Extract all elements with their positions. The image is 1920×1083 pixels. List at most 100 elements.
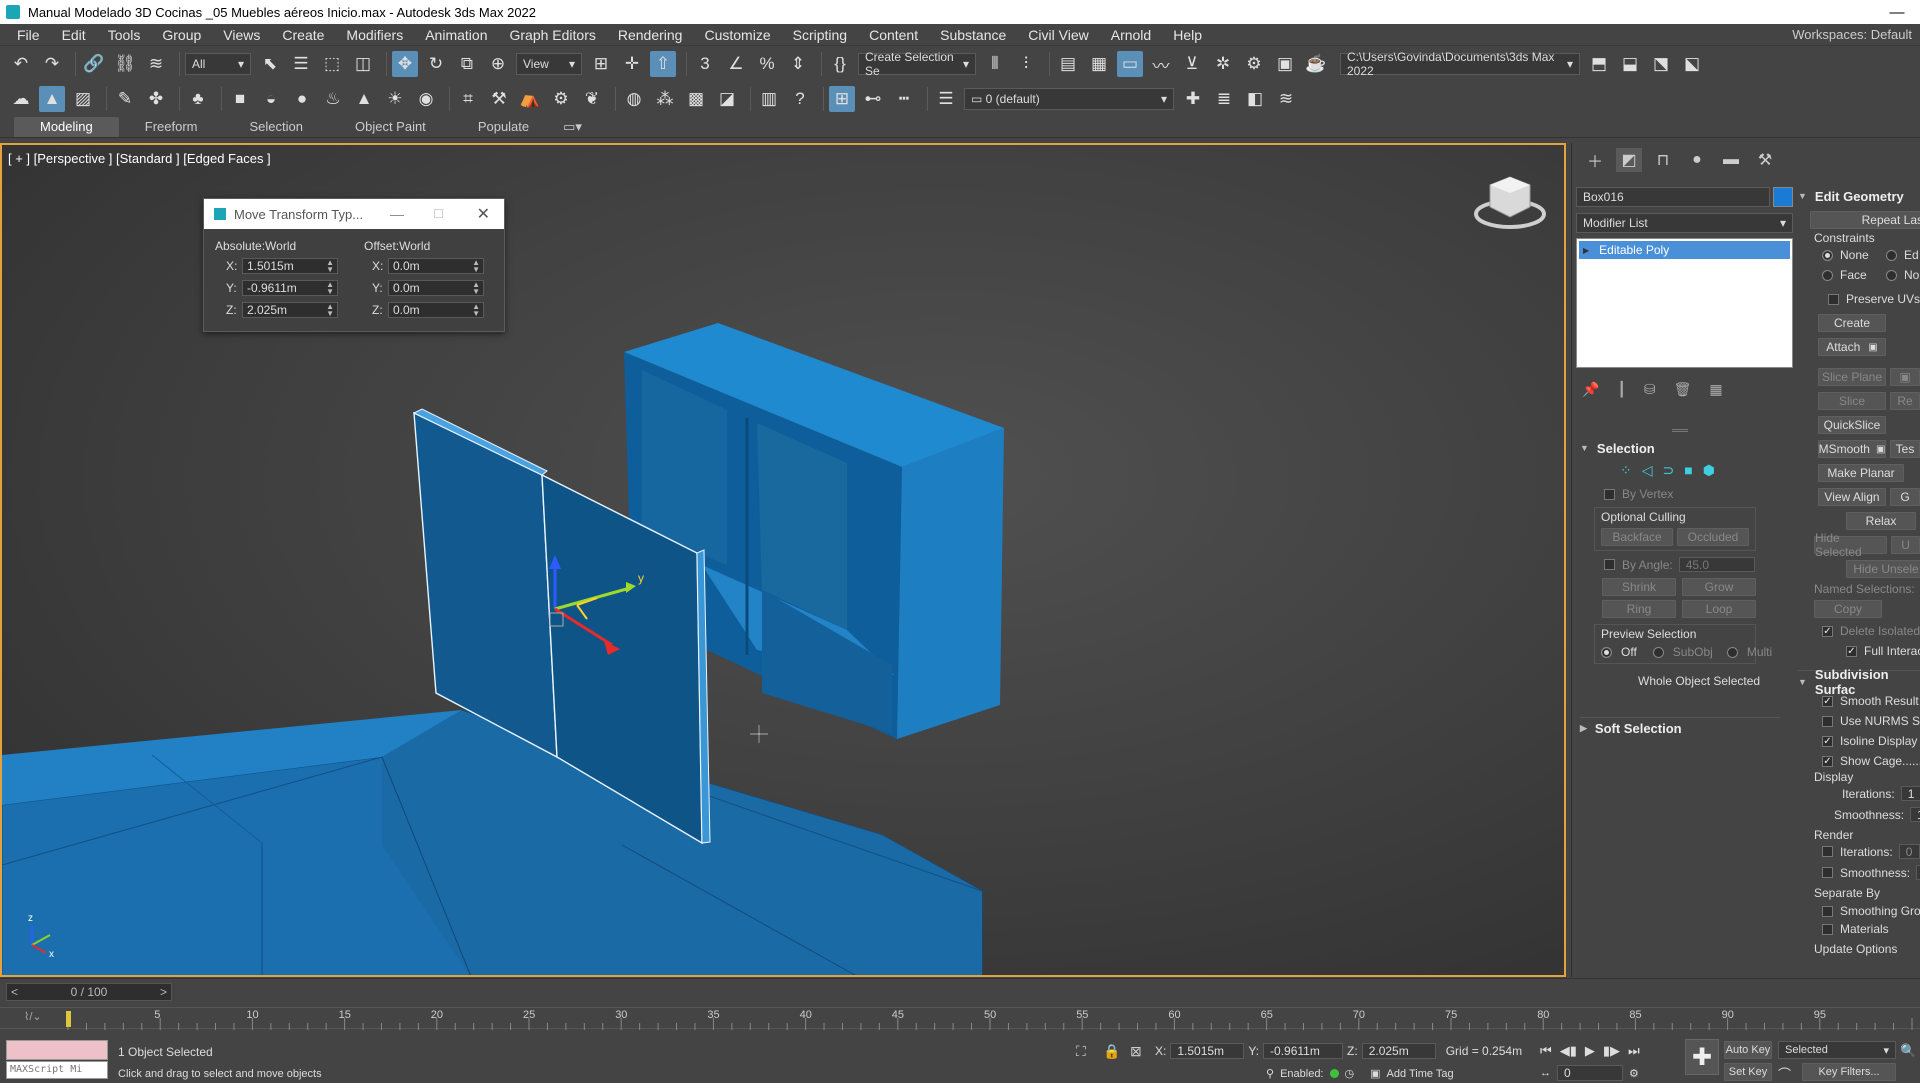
selection-lock-icon[interactable]: 🔒 bbox=[1103, 1043, 1120, 1060]
abs-x-spinner[interactable]: 1.5015m ▲ ▼ bbox=[242, 258, 338, 274]
key-filters-button[interactable]: Key Filters... bbox=[1802, 1063, 1896, 1081]
light-icon[interactable]: ◉ bbox=[413, 86, 439, 112]
edge-mode-icon[interactable]: ◁ bbox=[1642, 462, 1653, 479]
ribbon-options-icon[interactable]: ▭▾ bbox=[555, 117, 590, 137]
modifier-list-dropdown[interactable]: Modifier List ▾ bbox=[1576, 213, 1793, 233]
by-vertex-checkbox[interactable] bbox=[1604, 488, 1615, 500]
grow-button[interactable]: Grow bbox=[1682, 578, 1756, 596]
play-icon[interactable]: ▶ bbox=[1585, 1043, 1595, 1059]
smoothing-groups-checkbox[interactable] bbox=[1822, 905, 1833, 917]
render-smoothness-checkbox[interactable] bbox=[1822, 867, 1833, 878]
show-cage-checkbox[interactable]: ✓ bbox=[1822, 755, 1833, 767]
track-bar[interactable]: 5 10 15 20 25 30 35 40 45 50 55 60 65 70 75 80 85 90 95 ⌇/… bbox=[0, 1007, 1920, 1030]
menu-tools[interactable]: Tools bbox=[97, 27, 152, 43]
menu-file[interactable]: File bbox=[6, 27, 51, 43]
smooth-result-checkbox[interactable]: ✓ bbox=[1822, 695, 1833, 707]
dome-icon[interactable]: ◒ bbox=[258, 86, 284, 112]
display-tab-icon[interactable]: ▬ bbox=[1718, 148, 1744, 172]
project-folder-icon[interactable]: ⬒ bbox=[1586, 51, 1612, 77]
manipulate-icon[interactable]: ✛ bbox=[619, 51, 645, 77]
redo-icon[interactable]: ↷ bbox=[39, 51, 65, 77]
workspaces-selector[interactable]: Workspaces: Default bbox=[1792, 27, 1912, 42]
create-button[interactable]: Create bbox=[1818, 314, 1886, 332]
view-align-button[interactable]: View Align bbox=[1818, 488, 1886, 506]
menu-rendering[interactable]: Rendering bbox=[607, 27, 694, 43]
ribbon-toggle-icon[interactable]: ▭ bbox=[1117, 51, 1143, 77]
shrink-button[interactable]: Shrink bbox=[1602, 578, 1676, 596]
modify-tab-icon[interactable]: ◩ bbox=[1616, 148, 1642, 172]
status-y-field[interactable]: -0.9611m bbox=[1263, 1043, 1344, 1059]
schematic-view-icon[interactable]: ⊻ bbox=[1179, 51, 1205, 77]
slice-button[interactable]: Slice bbox=[1818, 392, 1886, 410]
rotate-icon[interactable]: ↻ bbox=[423, 51, 449, 77]
undo-icon[interactable]: ↶ bbox=[8, 51, 34, 77]
grid-icon[interactable]: ⌗ bbox=[455, 86, 481, 112]
select-by-name-icon[interactable]: ☰ bbox=[288, 51, 314, 77]
unhide-all-button[interactable]: U bbox=[1891, 536, 1920, 554]
render-iterations-spinner[interactable]: 0 bbox=[1898, 844, 1920, 859]
create-tab-icon[interactable]: ＋ bbox=[1582, 148, 1608, 172]
menu-substance[interactable]: Substance bbox=[929, 27, 1017, 43]
materials-checkbox[interactable] bbox=[1822, 923, 1833, 935]
show-end-result-icon[interactable]: ┃ bbox=[1617, 381, 1625, 398]
maxscript-listener-top[interactable] bbox=[6, 1040, 108, 1060]
cone-icon[interactable]: ▲ bbox=[351, 86, 377, 112]
delete-isolated-checkbox[interactable]: ✓ bbox=[1822, 625, 1833, 637]
slice-plane-settings-button[interactable]: ▣ bbox=[1890, 368, 1920, 386]
constraint-none-radio[interactable] bbox=[1822, 249, 1833, 261]
offset-z-spinner[interactable]: 0.0m ▲ ▼ bbox=[388, 302, 484, 318]
absolute-mode-icon[interactable]: ⊠ bbox=[1130, 1043, 1142, 1060]
sun-icon[interactable]: ☀ bbox=[382, 86, 408, 112]
texture-icon[interactable]: ▩ bbox=[683, 86, 709, 112]
menu-scripting[interactable]: Scripting bbox=[782, 27, 858, 43]
full-interactivity-checkbox[interactable]: ✓ bbox=[1846, 645, 1857, 657]
maxscript-mini-listener[interactable]: MAXScript Mi bbox=[6, 1061, 108, 1079]
slice-plane-button[interactable]: Slice Plane bbox=[1818, 368, 1886, 386]
select-object-icon[interactable]: ⬉ bbox=[257, 51, 283, 77]
configure-modifiers-icon[interactable]: ▦ bbox=[1709, 381, 1722, 398]
color-dots-icon[interactable]: ⁂ bbox=[652, 86, 678, 112]
next-frame-icon[interactable]: ▮▶ bbox=[1603, 1043, 1620, 1059]
render-cube-icon[interactable]: ◪ bbox=[714, 86, 740, 112]
polygon-mode-icon[interactable]: ■ bbox=[1684, 462, 1692, 479]
render-smoothness-spinner[interactable]: 1 bbox=[1916, 865, 1920, 880]
preview-multi-radio[interactable] bbox=[1726, 646, 1738, 658]
plant-icon[interactable]: ❦ bbox=[579, 86, 605, 112]
dialog-minimize-icon[interactable]: — bbox=[390, 206, 404, 222]
spinner-snap-icon[interactable]: ⇕ bbox=[785, 51, 811, 77]
tessellate-button[interactable]: Tes bbox=[1890, 440, 1920, 458]
snaps-toggle-icon[interactable]: 3 bbox=[692, 51, 718, 77]
add-layer-icon[interactable]: ✚ bbox=[1180, 86, 1206, 112]
time-config-arrows-icon[interactable]: ↔ bbox=[1540, 1067, 1551, 1079]
menu-graph-editors[interactable]: Graph Editors bbox=[498, 27, 606, 43]
measure-icon[interactable]: ⊷ bbox=[860, 86, 886, 112]
material-sphere-icon[interactable]: ◍ bbox=[621, 86, 647, 112]
gear-icon[interactable]: ⚙ bbox=[548, 86, 574, 112]
key-selection-dropdown[interactable]: Selected ▾ bbox=[1778, 1041, 1896, 1059]
preview-subobj-radio[interactable] bbox=[1652, 646, 1664, 658]
wrench-icon[interactable]: ⚒ bbox=[486, 86, 512, 112]
menu-arnold[interactable]: Arnold bbox=[1100, 27, 1162, 43]
rendered-frame-icon[interactable]: ▣ bbox=[1272, 51, 1298, 77]
scene-explorer-icon[interactable]: ▤ bbox=[1055, 51, 1081, 77]
soft-selection-rollout-header[interactable]: ▶ Soft Selection bbox=[1580, 717, 1780, 736]
remove-modifier-icon[interactable]: 🗑 bbox=[1674, 381, 1692, 398]
render-setup-icon[interactable]: ⚙ bbox=[1241, 51, 1267, 77]
menu-animation[interactable]: Animation bbox=[414, 27, 498, 43]
place-icon[interactable]: ⊕ bbox=[485, 51, 511, 77]
tab-freeform[interactable]: Freeform bbox=[119, 117, 224, 137]
preview-off-radio[interactable] bbox=[1601, 646, 1612, 658]
edit-named-selection-icon[interactable]: {} bbox=[827, 51, 853, 77]
constraint-normal-radio[interactable] bbox=[1886, 269, 1897, 281]
time-cursor[interactable] bbox=[66, 1011, 71, 1027]
layer-stack-icon[interactable]: ☰ bbox=[933, 86, 959, 112]
teapot-icon[interactable]: ♨ bbox=[320, 86, 346, 112]
set-key-icon[interactable]: ✚ bbox=[1685, 1039, 1719, 1075]
bucket-icon[interactable]: ▥ bbox=[756, 86, 782, 112]
go-to-start-icon[interactable]: ⏮ bbox=[1540, 1043, 1552, 1059]
stack-item-editable-poly[interactable]: ▶ Editable Poly bbox=[1579, 241, 1790, 259]
enabled-indicator[interactable] bbox=[1329, 1069, 1339, 1078]
curve-editor-icon[interactable]: 〰 bbox=[1148, 51, 1174, 77]
ruler-icon[interactable]: ┅ bbox=[891, 86, 917, 112]
abs-y-spinner[interactable]: -0.9611m ▲ ▼ bbox=[242, 280, 338, 296]
